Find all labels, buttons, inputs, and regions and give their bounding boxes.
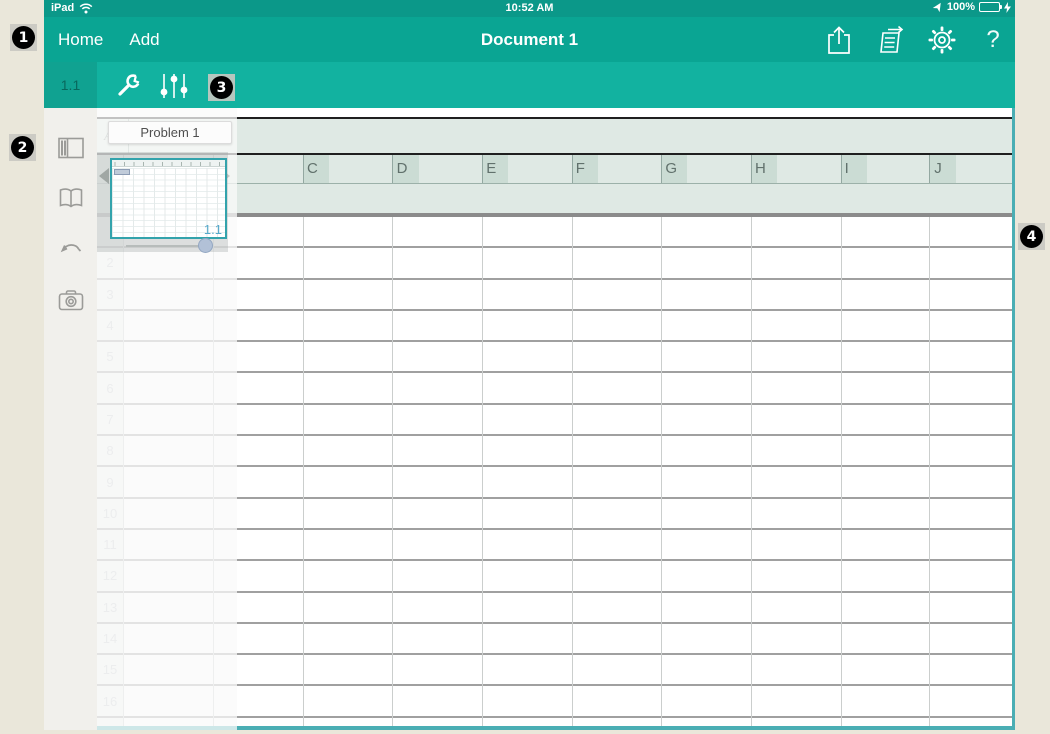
camera-icon[interactable] [57, 286, 85, 314]
column-header-E[interactable]: E [482, 155, 496, 183]
chevron-left-icon[interactable] [99, 168, 109, 184]
column-header-G[interactable]: G [661, 155, 677, 183]
grid-vline [392, 217, 393, 726]
callout-2: 2 [11, 136, 34, 159]
location-icon: ➤ [932, 0, 945, 13]
column-header-F[interactable]: F [572, 155, 585, 183]
sliders-icon[interactable] [158, 73, 190, 99]
resize-handle[interactable] [198, 238, 213, 253]
callout-halo: 2 [9, 134, 36, 161]
status-bar: iPad 10:52 AM ➤ 100% [44, 0, 1015, 17]
grid-vline [929, 217, 930, 726]
column-header-J[interactable]: J [930, 155, 942, 183]
callout-4: 4 [1020, 225, 1043, 248]
nav-bar: Home Add Document 1 [44, 17, 1015, 62]
grid-vline [572, 217, 573, 726]
grid-vline [482, 217, 483, 726]
clock: 10:52 AM [44, 2, 1015, 14]
page-tab-1-1[interactable]: 1.1 [44, 62, 97, 108]
battery-percent: 100% [947, 1, 975, 13]
table-right-border [1012, 108, 1015, 730]
callout-1: 1 [12, 26, 35, 49]
column-header-H[interactable]: H [751, 155, 766, 183]
grid-vline [751, 217, 752, 726]
problem-tab[interactable]: Problem 1 [108, 121, 232, 144]
wrench-icon[interactable] [113, 71, 143, 101]
charging-icon [1004, 2, 1011, 13]
callout-halo: 4 [1018, 223, 1045, 250]
callout-halo: 1 [10, 24, 37, 51]
column-header-D[interactable]: D [393, 155, 408, 183]
page-thumbnail[interactable]: 1.1 [110, 158, 227, 239]
battery-icon [979, 2, 1000, 12]
page-sorter-icon[interactable] [57, 134, 85, 162]
share-button[interactable] [825, 25, 853, 55]
screen: iPad 10:52 AM ➤ 100% Home Add [0, 0, 1050, 734]
callout-halo: 3 [208, 74, 235, 101]
thumbnail-ruler [112, 160, 225, 167]
thumbnail-selected-cell [114, 169, 130, 175]
grid-vline [841, 217, 842, 726]
thumbnail-page-label: 1.1 [204, 222, 222, 237]
undo-redo-icon[interactable] [57, 234, 85, 262]
page-sorter-panel: Problem 1 1.1 [97, 108, 237, 730]
callout-3: 3 [210, 76, 233, 99]
left-sidebar [44, 108, 97, 730]
column-header-C[interactable]: C [303, 155, 318, 183]
help-button[interactable]: ? [979, 26, 1007, 54]
grid-vline [303, 217, 304, 726]
page-toolbar: 1.1 [44, 62, 1015, 108]
scratchpad-button[interactable] [875, 25, 905, 55]
utilities-book-icon[interactable] [57, 184, 85, 212]
settings-button[interactable] [927, 25, 957, 55]
grid-vline [661, 217, 662, 726]
